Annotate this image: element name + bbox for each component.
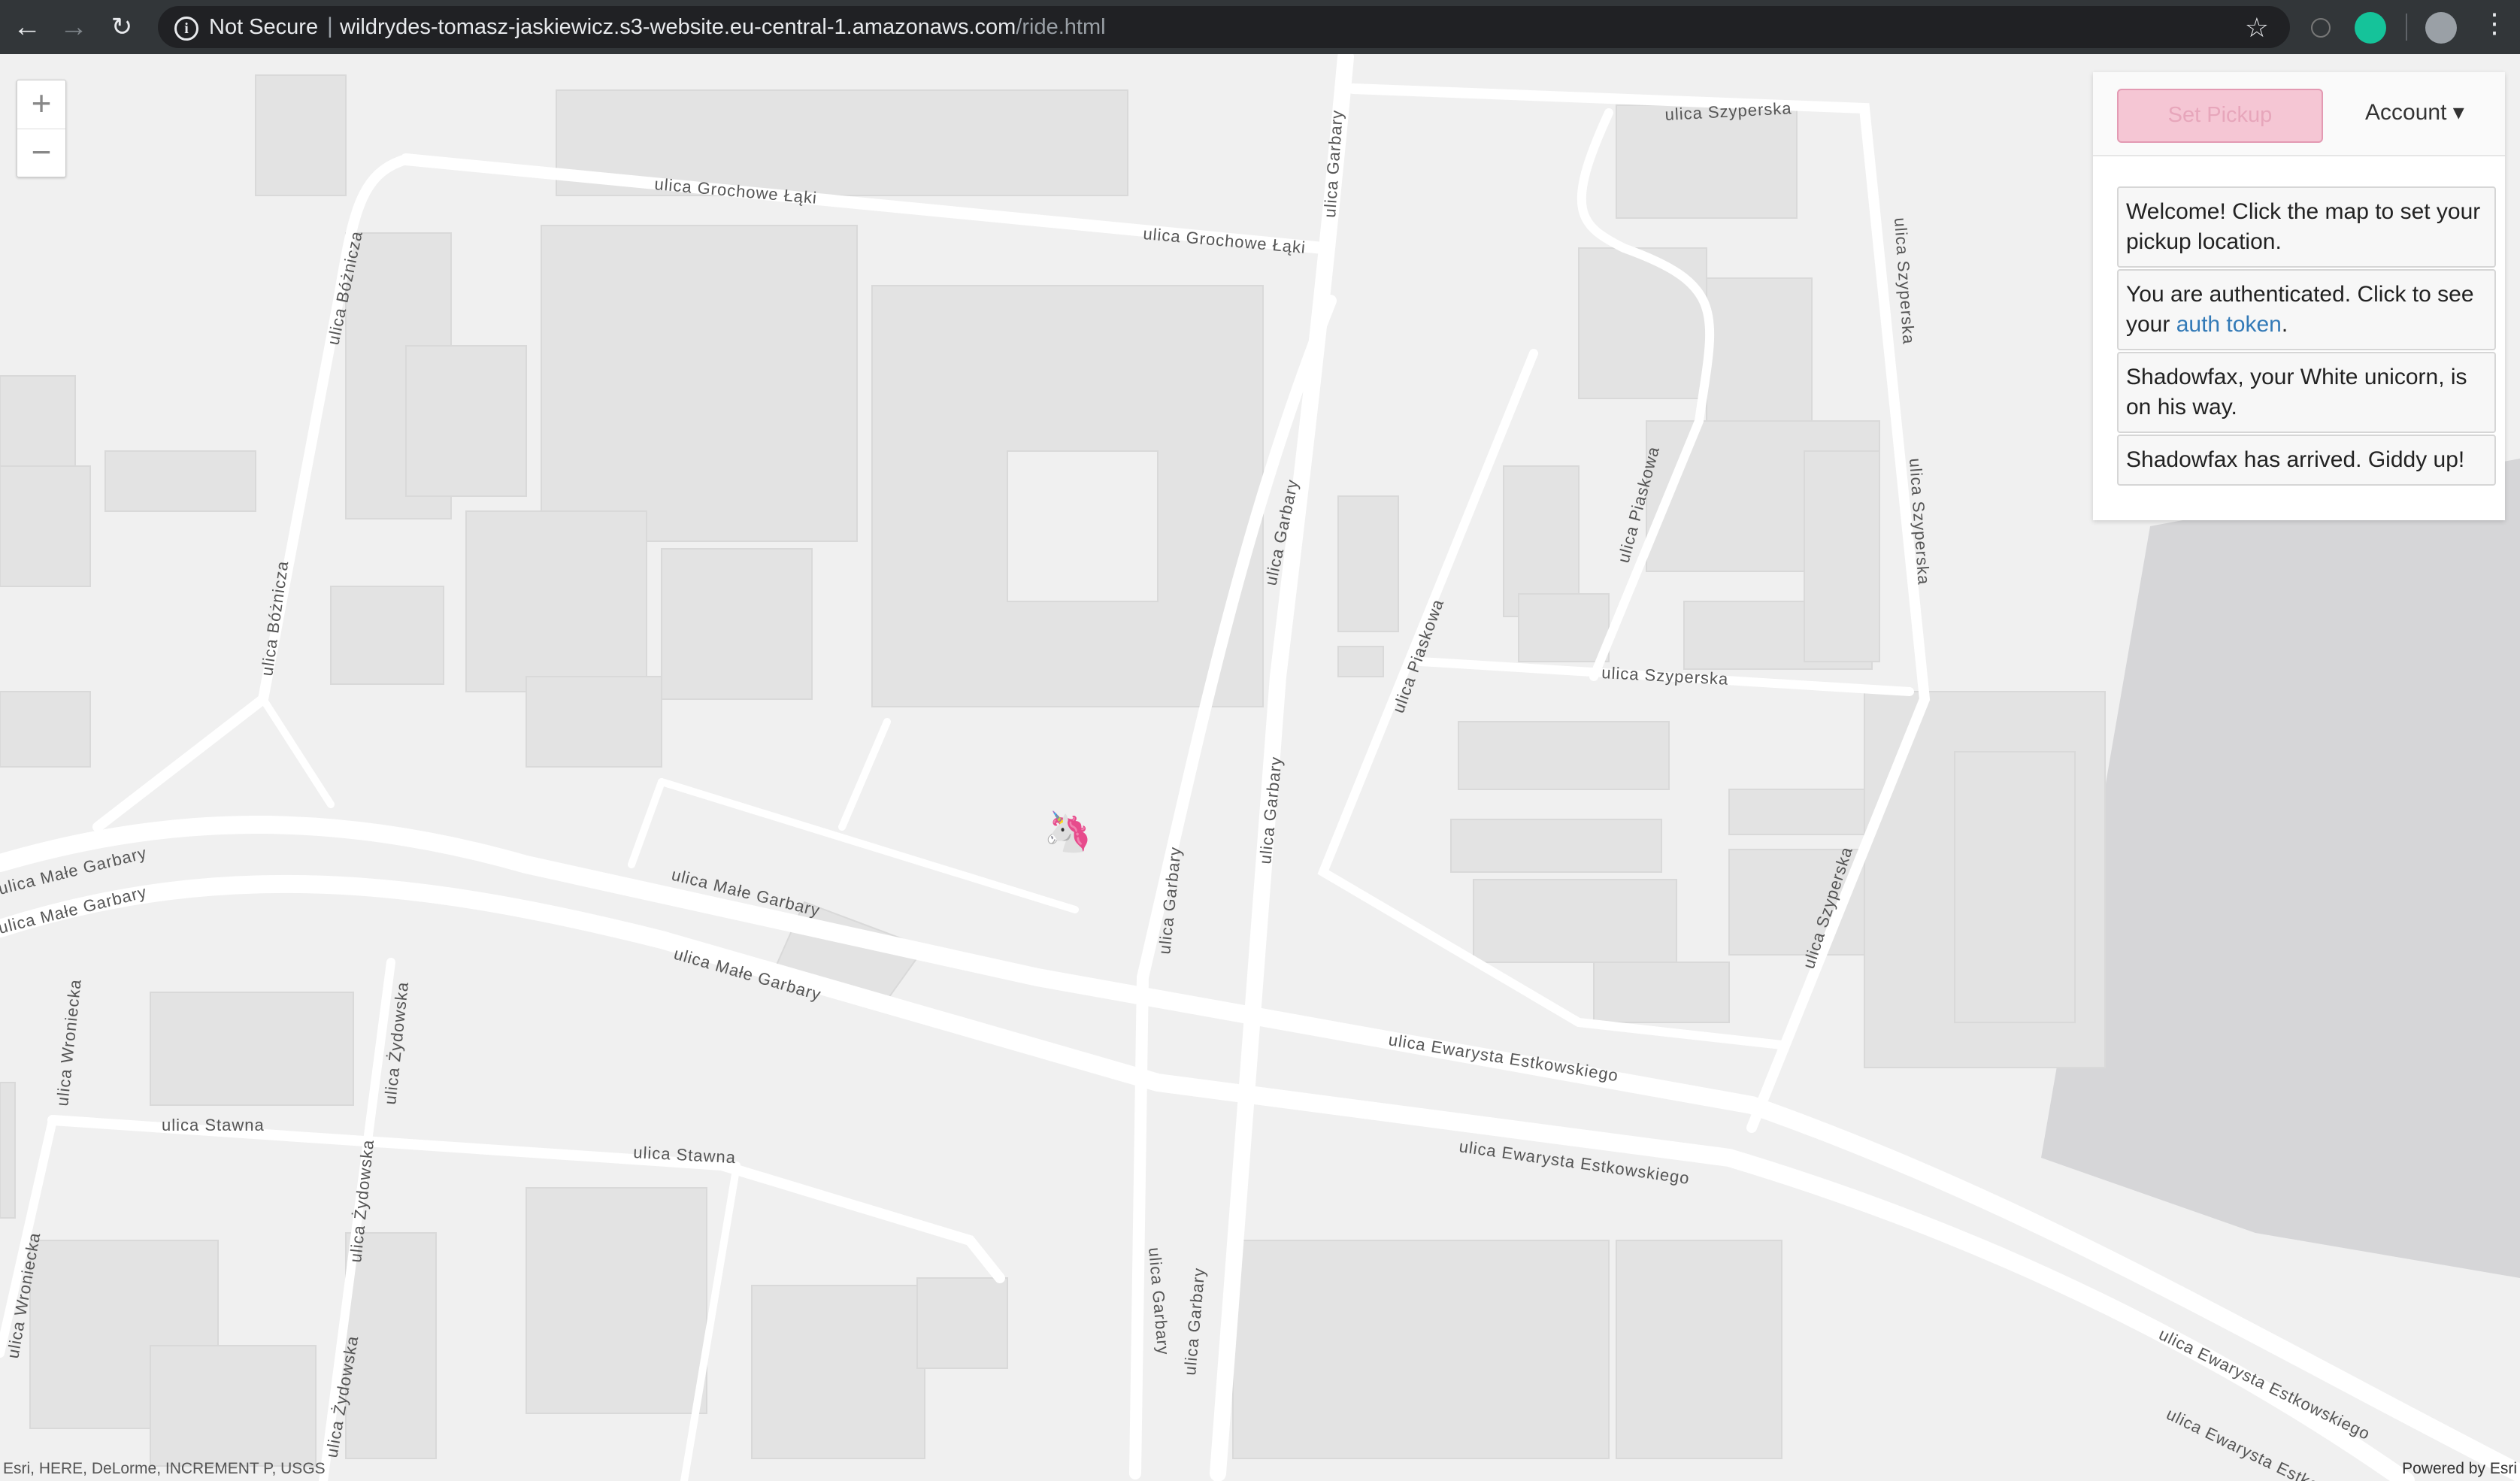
profile-avatar[interactable] [2425, 12, 2457, 44]
road-label: ulica Wroniecka [53, 978, 85, 1107]
set-pickup-button[interactable]: Set Pickup [2117, 89, 2323, 143]
forward-icon[interactable]: → [57, 11, 90, 44]
not-secure-label: Not Secure [209, 15, 319, 39]
auth-token-link[interactable]: auth token [2176, 312, 2282, 337]
powered-by-esri[interactable]: Powered by Esri [2402, 1460, 2517, 1478]
panel-toolbar: Set Pickup Account ▾ [2093, 72, 2505, 156]
road-label: ulica Garbary [1145, 1246, 1173, 1355]
url-host: wildrydes-tomasz-jaskiewicz.s3-website.e… [340, 15, 1016, 39]
road-label: ulica Ewarysta Estkowskiego [1387, 1030, 1620, 1085]
zoom-in-button[interactable]: + [17, 80, 65, 129]
road-label: ulica Garbary [1180, 1267, 1208, 1376]
browser-window: ← → ↻ i Not Secure | wildrydes-tomasz-ja… [0, 0, 2520, 1481]
back-icon[interactable]: ← [11, 11, 44, 44]
grammarly-icon[interactable] [2355, 12, 2386, 44]
browser-toolbar: ← → ↻ i Not Secure | wildrydes-tomasz-ja… [0, 0, 2520, 54]
url-path: /ride.html [1016, 15, 1106, 39]
bookmark-star-icon[interactable]: ☆ [2245, 12, 2269, 44]
road-label: ulica Bóżnicza [257, 559, 292, 677]
road-label: ulica Stawna [162, 1116, 265, 1134]
auth-message-suffix: . [2281, 312, 2288, 337]
toolbar-divider [2406, 14, 2407, 41]
message-welcome: Welcome! Click the map to set your picku… [2117, 186, 2496, 268]
road-label: ulica Garbary [1320, 109, 1346, 218]
road-label: ulica Grochowe Łąki [1143, 224, 1307, 257]
message-on-way: Shadowfax, your White unicorn, is on his… [2117, 352, 2496, 433]
buildings [0, 74, 2106, 1467]
url-text[interactable]: wildrydes-tomasz-jaskiewicz.s3-website.e… [340, 15, 1106, 40]
message-authenticated: You are authenticated. Click to see your… [2117, 269, 2496, 350]
map-attribution: Esri, HERE, DeLorme, INCREMENT P, USGS [3, 1460, 326, 1477]
url-separator: | [327, 14, 333, 38]
zoom-control: + − [17, 80, 66, 177]
unicorn-marker-icon: 🦄 [1043, 810, 1092, 854]
address-bar[interactable]: i Not Secure | wildrydes-tomasz-jaskiewi… [158, 6, 2290, 48]
account-dropdown[interactable]: Account ▾ [2365, 99, 2464, 126]
river-area [2041, 459, 2520, 1278]
road-label: ulica Szyperska [1891, 217, 1919, 345]
message-arrived: Shadowfax has arrived. Giddy up! [2117, 435, 2496, 486]
reload-icon[interactable]: ↻ [105, 11, 138, 44]
zoom-out-button[interactable]: − [17, 129, 65, 177]
ride-panel: Set Pickup Account ▾ Welcome! Click the … [2093, 72, 2505, 520]
extension-info-icon[interactable] [2311, 18, 2331, 38]
menu-kebab-icon[interactable]: ⋮ [2481, 8, 2508, 39]
info-icon[interactable]: i [174, 17, 198, 41]
